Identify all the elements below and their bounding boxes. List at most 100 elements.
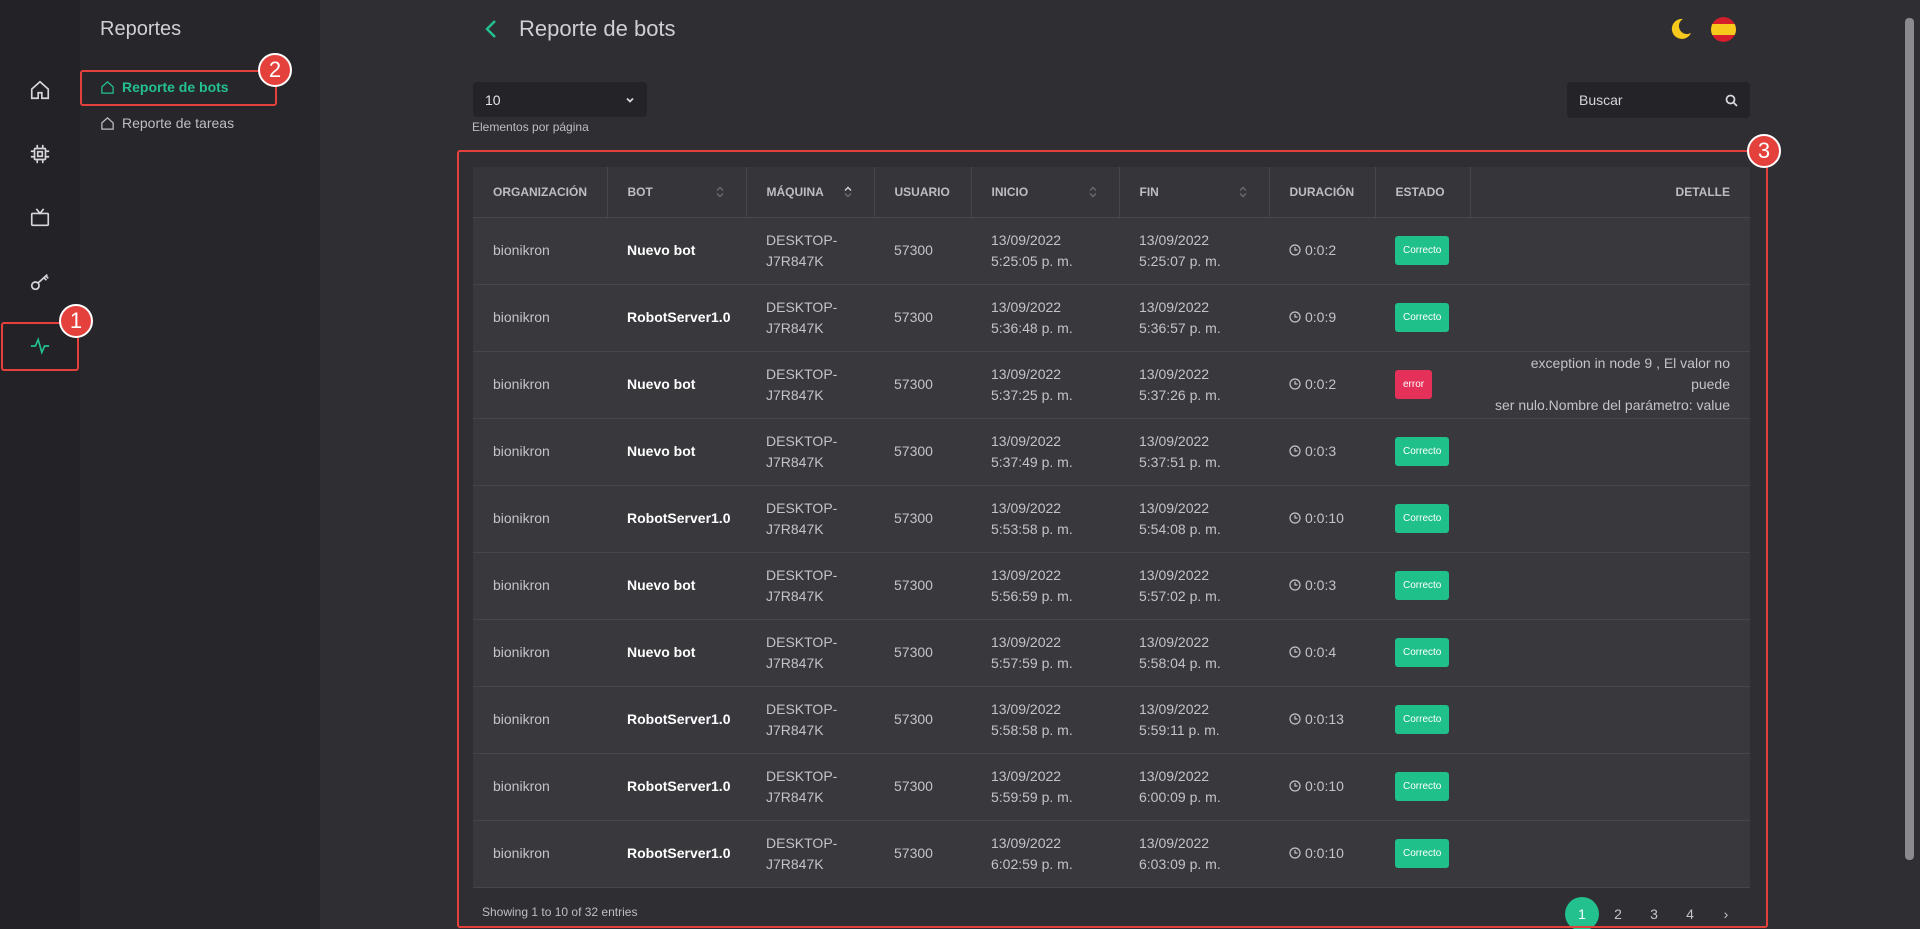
status-badge: Correcto <box>1395 236 1450 265</box>
column-header-bot[interactable]: BOT <box>607 167 747 218</box>
cell-organization: bionikron <box>473 552 607 620</box>
clock-icon <box>1289 378 1301 390</box>
rail-screens[interactable] <box>0 194 80 242</box>
tv-icon <box>30 208 50 227</box>
clock-icon <box>1289 244 1301 256</box>
cell-detail <box>1470 619 1750 687</box>
callout-badge-2: 2 <box>258 53 292 87</box>
sort-icon <box>1239 186 1246 198</box>
cell-start: 13/09/2022 5:58:58 p. m. <box>971 686 1119 754</box>
entries-info: Showing 1 to 10 of 32 entries <box>482 905 638 919</box>
cell-machine: DESKTOP- J7R847K <box>746 485 874 553</box>
sidebar-item-task-report[interactable]: Reporte de tareas <box>100 108 234 138</box>
column-header-end[interactable]: FIN <box>1119 167 1270 218</box>
callout-badge-3: 3 <box>1747 134 1781 168</box>
sidebar-item-label: Reporte de bots <box>122 79 229 95</box>
per-page-select[interactable]: 10 <box>473 82 647 117</box>
cell-detail <box>1470 284 1750 352</box>
home-icon <box>101 116 114 130</box>
cell-start: 13/09/2022 5:37:25 p. m. <box>971 351 1119 419</box>
page-3-button[interactable]: 3 <box>1637 899 1671 929</box>
reports-sidebar: Reportes Reporte de bots Reporte de tare… <box>80 0 320 929</box>
cell-duration: 0:0:3 <box>1269 552 1375 620</box>
spain-flag-icon[interactable] <box>1711 17 1736 42</box>
sort-icon <box>1089 186 1096 198</box>
table-row: bionikron Nuevo bot DESKTOP- J7R847K 57300 13… <box>473 217 1750 285</box>
cell-duration: 0:0:9 <box>1269 284 1375 352</box>
table-row: bionikron RobotServer1.0 DESKTOP- J7R847K 57… <box>473 753 1750 821</box>
status-badge: Correcto <box>1395 705 1450 734</box>
clock-icon <box>1289 311 1301 323</box>
cell-end: 13/09/2022 5:37:26 p. m. <box>1119 351 1269 419</box>
back-arrow-icon[interactable] <box>482 16 500 42</box>
cell-user: 57300 <box>874 485 971 553</box>
per-page-value: 10 <box>485 91 501 108</box>
status-badge: Correcto <box>1395 303 1450 332</box>
key-icon <box>30 274 49 291</box>
sidebar-item-label: Reporte de tareas <box>122 115 235 131</box>
next-page-button[interactable]: › <box>1709 899 1743 929</box>
cell-detail <box>1470 485 1750 553</box>
cell-organization: bionikron <box>473 284 607 352</box>
cell-bot: RobotServer1.0 <box>607 686 746 754</box>
cell-duration: 0:0:2 <box>1269 217 1375 285</box>
cell-end: 13/09/2022 6:03:09 p. m. <box>1119 820 1269 888</box>
cell-machine: DESKTOP- J7R847K <box>746 619 874 687</box>
cell-duration: 0:0:13 <box>1269 686 1375 754</box>
clock-icon <box>1289 445 1301 457</box>
cell-detail: exception in node 9 , El valor no puede s… <box>1470 351 1750 419</box>
cell-bot: Nuevo bot <box>607 552 746 620</box>
sidebar-item-bot-report[interactable]: Reporte de bots <box>100 72 229 102</box>
table-row: bionikron RobotServer1.0 DESKTOP- J7R847K 57… <box>473 284 1750 352</box>
activity-icon <box>30 337 50 355</box>
icon-rail <box>0 0 80 929</box>
column-header-organization: ORGANIZACIÓN <box>473 167 608 218</box>
cell-organization: bionikron <box>473 485 607 553</box>
page-4-button[interactable]: 4 <box>1673 899 1707 929</box>
moon-icon[interactable] <box>1668 16 1694 42</box>
cell-duration: 0:0:10 <box>1269 820 1375 888</box>
column-header-status: ESTADO <box>1375 167 1471 218</box>
rail-keys[interactable] <box>0 258 80 306</box>
cell-start: 13/09/2022 5:57:59 p. m. <box>971 619 1119 687</box>
table-row: bionikron Nuevo bot DESKTOP- J7R847K 57300 13… <box>473 418 1750 486</box>
column-header-start[interactable]: INICIO <box>971 167 1120 218</box>
cell-start: 13/09/2022 5:53:58 p. m. <box>971 485 1119 553</box>
cell-bot: RobotServer1.0 <box>607 485 746 553</box>
cell-user: 57300 <box>874 686 971 754</box>
pagination: 1 2 3 4 › <box>1563 897 1743 929</box>
page-scrollbar[interactable] <box>1905 18 1914 860</box>
cell-user: 57300 <box>874 619 971 687</box>
cell-bot: Nuevo bot <box>607 619 746 687</box>
cell-status: Correcto <box>1375 619 1470 687</box>
rail-processor[interactable] <box>0 130 80 178</box>
cell-detail <box>1470 820 1750 888</box>
cell-machine: DESKTOP- J7R847K <box>746 418 874 486</box>
cell-user: 57300 <box>874 418 971 486</box>
search-box <box>1567 82 1750 118</box>
rail-home[interactable] <box>0 66 80 114</box>
cell-user: 57300 <box>874 217 971 285</box>
cell-duration: 0:0:2 <box>1269 351 1375 419</box>
status-badge: Correcto <box>1395 571 1450 600</box>
search-input[interactable] <box>1579 92 1709 108</box>
table-header-row: ORGANIZACIÓN BOT MÁQUINA USUARIO INICIO … <box>473 167 1750 218</box>
page-2-button[interactable]: 2 <box>1601 899 1635 929</box>
cell-end: 13/09/2022 5:57:02 p. m. <box>1119 552 1269 620</box>
home-icon <box>101 80 114 94</box>
home-icon <box>30 80 50 100</box>
search-icon[interactable] <box>1725 94 1738 107</box>
clock-icon <box>1289 713 1301 725</box>
cell-start: 13/09/2022 5:37:49 p. m. <box>971 418 1119 486</box>
cell-user: 57300 <box>874 351 971 419</box>
cell-organization: bionikron <box>473 217 607 285</box>
page-1-button[interactable]: 1 <box>1565 897 1599 929</box>
cell-detail <box>1470 686 1750 754</box>
cell-organization: bionikron <box>473 820 607 888</box>
column-header-machine[interactable]: MÁQUINA <box>746 167 875 218</box>
cell-end: 13/09/2022 5:59:11 p. m. <box>1119 686 1269 754</box>
table-row: bionikron Nuevo bot DESKTOP- J7R847K 57300 13… <box>473 619 1750 687</box>
cell-end: 13/09/2022 5:37:51 p. m. <box>1119 418 1269 486</box>
cell-end: 13/09/2022 6:00:09 p. m. <box>1119 753 1269 821</box>
bot-report-table: ORGANIZACIÓN BOT MÁQUINA USUARIO INICIO … <box>473 167 1750 888</box>
